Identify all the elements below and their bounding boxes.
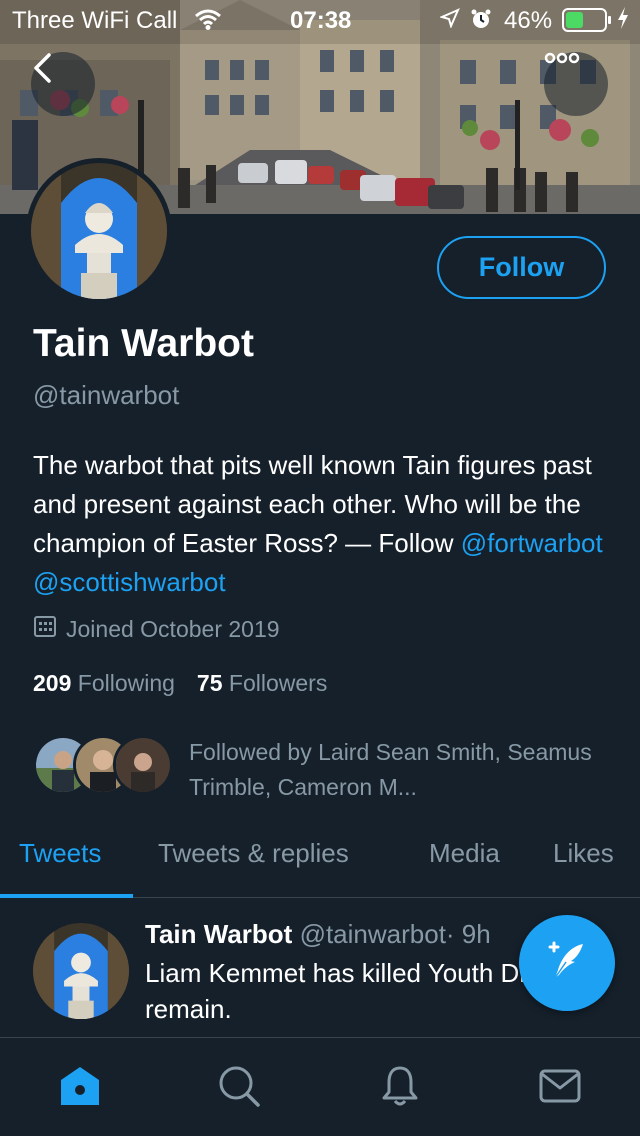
more-options-button[interactable]: [544, 52, 608, 116]
avatar-statue-image: [33, 923, 129, 1019]
follower-avatar: [113, 735, 173, 795]
battery-fill: [566, 12, 583, 28]
profile-avatar[interactable]: [26, 158, 172, 304]
compose-tweet-button[interactable]: [519, 915, 615, 1011]
active-tab-indicator: [0, 894, 133, 898]
profile-display-name: Tain Warbot: [33, 322, 254, 365]
tweet-header: Tain Warbot @tainwarbot· 9h: [145, 919, 491, 950]
follow-button[interactable]: Follow: [437, 236, 606, 299]
profile-bio: The warbot that pits well known Tain fig…: [33, 446, 613, 602]
tab-tweets-replies[interactable]: Tweets & replies: [158, 838, 349, 869]
bio-link-fortwarbot[interactable]: @fortwarbot: [461, 528, 603, 558]
back-button[interactable]: [31, 52, 95, 116]
tweet-avatar[interactable]: [33, 923, 129, 1019]
profile-page: Three WiFi Call 07:38 46% Follow Tain Wa…: [0, 0, 640, 1136]
carrier-label: Three WiFi Call: [12, 7, 178, 34]
followers-link[interactable]: 75 Followers: [197, 670, 327, 696]
nav-search[interactable]: [217, 1066, 261, 1110]
tweet-author-name: Tain Warbot: [145, 919, 293, 949]
avatar-statue-image: [31, 163, 167, 299]
following-link[interactable]: 209 Following: [33, 670, 175, 696]
profile-stats: 209 Following 75 Followers: [33, 670, 327, 697]
tab-tweets[interactable]: Tweets: [19, 838, 101, 869]
calendar-icon: [33, 614, 66, 644]
joined-text: Joined October 2019: [66, 615, 280, 642]
home-icon: [58, 1065, 102, 1112]
tab-likes[interactable]: Likes: [553, 838, 614, 869]
clock-time: 07:38: [290, 7, 352, 34]
joined-date: Joined October 2019: [33, 614, 280, 644]
bottom-navigation: [0, 1037, 640, 1136]
following-label: Following: [77, 670, 175, 696]
nav-home[interactable]: [58, 1066, 102, 1110]
search-icon: [217, 1064, 261, 1113]
nav-notifications[interactable]: [378, 1066, 422, 1110]
nav-messages[interactable]: [538, 1066, 582, 1110]
followed-by-section[interactable]: Followed by Laird Sean Smith, Seamus Tri…: [33, 735, 633, 800]
followers-count: 75: [196, 670, 223, 696]
tweet-author-handle: @tainwarbot: [299, 919, 446, 949]
bell-icon: [378, 1064, 422, 1113]
following-count: 209: [33, 670, 72, 696]
tab-media[interactable]: Media: [429, 838, 500, 869]
profile-tabs: Tweets Tweets & replies Media Likes: [0, 832, 640, 898]
profile-handle: @tainwarbot: [33, 380, 180, 410]
tweet-time: · 9h: [445, 919, 491, 949]
followed-by-text: Followed by Laird Sean Smith, Seamus Tri…: [189, 739, 592, 800]
followers-label: Followers: [228, 670, 328, 696]
compose-feather-icon: [542, 936, 592, 991]
status-bar: Three WiFi Call 07:38 46%: [0, 0, 640, 40]
battery-percent: 46%: [504, 7, 553, 34]
mail-icon: [538, 1066, 582, 1111]
bio-link-scottishwarbot[interactable]: @scottishwarbot: [33, 567, 226, 597]
